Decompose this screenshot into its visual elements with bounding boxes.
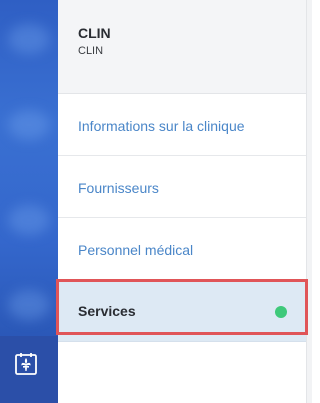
status-dot (275, 306, 287, 318)
clinic-header: CLIN CLIN (58, 0, 306, 94)
clinic-code: CLIN (78, 45, 104, 57)
nav-item-label: Personnel médical (78, 242, 194, 258)
nav-item-label: Fournisseurs (78, 180, 159, 196)
nav-item-label: Services (78, 303, 136, 319)
nav-item-medical-staff[interactable]: Personnel médical (58, 219, 306, 280)
nav-item-services[interactable]: Services (58, 281, 306, 342)
panel-edge (306, 0, 312, 403)
rail-decoration (8, 205, 50, 235)
app-sidebar-rail (0, 0, 58, 403)
nav-item-clinic-info[interactable]: Informations sur la clinique (58, 95, 306, 156)
fleur-de-lis-calendar-icon[interactable] (14, 352, 38, 376)
settings-panel: CLIN CLIN Informations sur la clinique F… (58, 0, 306, 403)
rail-decoration (8, 110, 50, 140)
rail-decoration (8, 290, 50, 320)
rail-decoration (8, 24, 50, 54)
clinic-name: CLIN (78, 25, 111, 41)
nav-item-suppliers[interactable]: Fournisseurs (58, 157, 306, 218)
nav-item-label: Informations sur la clinique (78, 118, 245, 134)
